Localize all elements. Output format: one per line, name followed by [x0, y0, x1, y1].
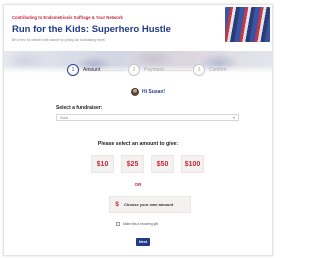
or-divider: OR [134, 182, 142, 187]
amount-button-100[interactable]: $100 [181, 155, 204, 173]
donation-page: Contributing to Endometriosis Suffrage &… [3, 4, 273, 256]
step-number: 2 [128, 64, 140, 76]
step-label: Payment [144, 67, 164, 73]
page-title: Run for the Kids: Superhero Hustle [12, 24, 171, 35]
amount-button-50[interactable]: $50 [151, 155, 174, 173]
custom-amount-button[interactable]: $ Choose your own amount [109, 196, 191, 213]
amount-button-10[interactable]: $10 [91, 155, 114, 173]
user-name: Hi Susan! [142, 89, 166, 95]
header-kicker: Contributing to Endometriosis Suffrage &… [12, 15, 123, 20]
custom-amount-label: Choose your own amount [124, 202, 174, 207]
step-number: 1 [67, 64, 79, 76]
step-payment: 2 Payment [128, 63, 164, 77]
page-header: Contributing to Endometriosis Suffrage &… [4, 5, 272, 53]
page-subtitle: Be a hero for children with cancer by jo… [12, 38, 106, 42]
fundraiser-label: Select a fundraiser: [56, 105, 103, 111]
fundraiser-select[interactable]: None ▾ [56, 114, 239, 121]
step-label: Confirm [209, 67, 227, 73]
amount-prompt: Please select an amount to give: [97, 141, 179, 147]
step-confirm: 3 Confirm [193, 63, 227, 77]
fundraiser-selected-value: None [60, 116, 69, 120]
dollar-icon: $ [115, 201, 119, 208]
amount-button-25[interactable]: $25 [121, 155, 144, 173]
avatar [131, 88, 139, 96]
recurring-checkbox[interactable] [116, 222, 120, 226]
step-number: 3 [193, 64, 205, 76]
next-button[interactable]: Next [136, 238, 150, 246]
user-greeting: Hi Susan! [131, 88, 165, 96]
amount-options: $10 $25 $50 $100 [91, 155, 211, 175]
event-photo [225, 7, 270, 42]
progress-steps: 1 Amount 2 Payment 3 Confirm [4, 63, 272, 83]
chevron-down-icon: ▾ [232, 115, 235, 120]
step-amount: 1 Amount [67, 63, 100, 77]
recurring-label: Make this a recurring gift. [123, 222, 159, 226]
step-label: Amount [83, 67, 101, 73]
recurring-option[interactable]: Make this a recurring gift. [116, 222, 159, 226]
